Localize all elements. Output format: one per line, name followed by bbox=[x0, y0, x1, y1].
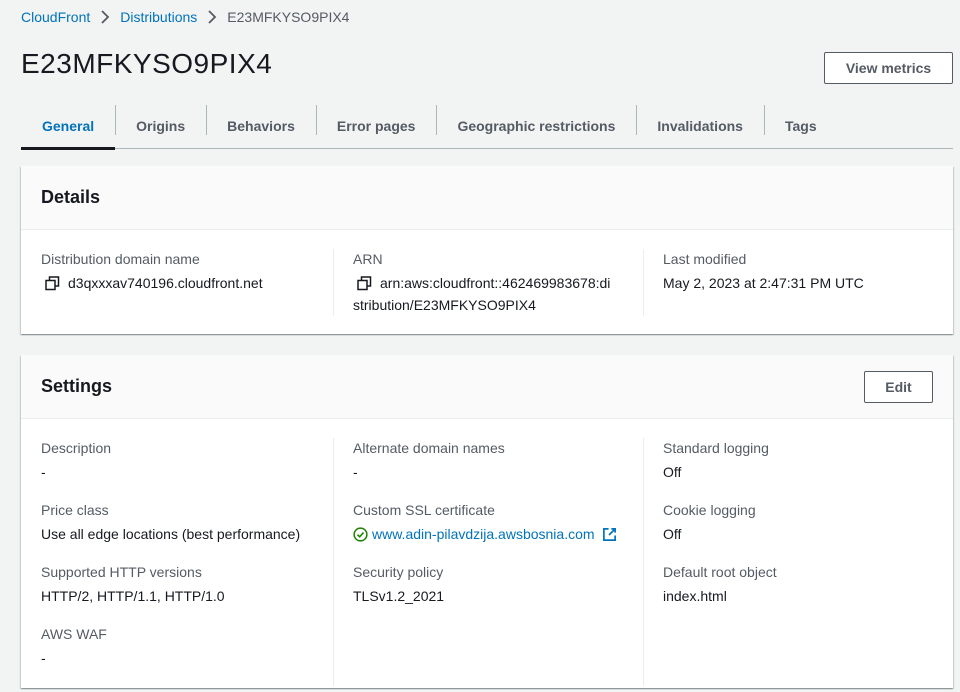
breadcrumb-distributions-link[interactable]: Distributions bbox=[120, 9, 197, 25]
standard-logging-value: Off bbox=[663, 464, 682, 480]
copy-icon[interactable] bbox=[357, 276, 372, 291]
details-domain-column: Distribution domain name d3qxxxav740196.… bbox=[41, 249, 333, 314]
edit-button[interactable]: Edit bbox=[864, 370, 933, 403]
aws-waf-label: AWS WAF bbox=[41, 626, 107, 642]
domain-name-value: d3qxxxav740196.cloudfront.net bbox=[41, 272, 333, 294]
ssl-certificate-link[interactable]: www.adin-pilavdzija.awsbosnia.com bbox=[372, 526, 595, 542]
copy-icon[interactable] bbox=[45, 276, 60, 291]
tab-origins[interactable]: Origins bbox=[115, 104, 206, 148]
settings-column-3: Standard logging Off Cookie logging Off … bbox=[643, 438, 933, 686]
tab-bar: General Origins Behaviors Error pages Ge… bbox=[21, 104, 953, 150]
breadcrumb: CloudFront Distributions E23MFKYSO9PIX4 bbox=[21, 9, 349, 25]
cookie-logging-field: Cookie logging Off bbox=[663, 500, 933, 545]
details-panel: Details Distribution domain name d3qxxxa… bbox=[21, 166, 953, 334]
tab-tags[interactable]: Tags bbox=[763, 104, 838, 148]
settings-panel: Settings Edit Description - Price class … bbox=[21, 355, 953, 688]
default-root-object-field: Default root object index.html bbox=[663, 562, 933, 607]
external-link-icon[interactable] bbox=[602, 527, 617, 542]
security-policy-label: Security policy bbox=[353, 564, 444, 580]
alt-domains-value: - bbox=[353, 464, 358, 480]
breadcrumb-current: E23MFKYSO9PIX4 bbox=[227, 9, 350, 25]
last-modified-value: May 2, 2023 at 2:47:31 PM UTC bbox=[663, 275, 864, 291]
default-root-object-value: index.html bbox=[663, 588, 727, 604]
breadcrumb-cloudfront-link[interactable]: CloudFront bbox=[21, 9, 90, 25]
chevron-right-icon bbox=[207, 10, 217, 24]
description-value: - bbox=[41, 464, 46, 480]
price-class-value: Use all edge locations (best performance… bbox=[41, 526, 301, 542]
ssl-certificate-field: Custom SSL certificate www.adin-pilavdzi… bbox=[353, 500, 643, 545]
chevron-right-icon bbox=[100, 10, 110, 24]
last-modified-label: Last modified bbox=[663, 251, 747, 267]
tab-invalidations[interactable]: Invalidations bbox=[636, 104, 764, 148]
details-modified-column: Last modified May 2, 2023 at 2:47:31 PM … bbox=[643, 249, 933, 316]
default-root-object-label: Default root object bbox=[663, 564, 777, 580]
arn-value: arn:aws:cloudfront::462469983678:di stri… bbox=[353, 272, 643, 316]
page-title: E23MFKYSO9PIX4 bbox=[21, 48, 273, 79]
settings-column-1: Description - Price class Use all edge l… bbox=[41, 438, 333, 686]
details-header: Details bbox=[21, 166, 953, 230]
tab-geographic-restrictions[interactable]: Geographic restrictions bbox=[436, 104, 636, 148]
cookie-logging-label: Cookie logging bbox=[663, 502, 756, 518]
details-title: Details bbox=[41, 187, 101, 207]
http-versions-value: HTTP/2, HTTP/1.1, HTTP/1.0 bbox=[41, 588, 225, 604]
description-label: Description bbox=[41, 440, 112, 456]
tab-general[interactable]: General bbox=[21, 104, 116, 150]
aws-waf-field: AWS WAF - bbox=[41, 624, 333, 669]
details-arn-column: ARN arn:aws:cloudfront::462469983678:di … bbox=[333, 249, 643, 316]
ssl-certificate-value: www.adin-pilavdzija.awsbosnia.com bbox=[353, 523, 643, 545]
description-field: Description - bbox=[41, 438, 333, 483]
ssl-certificate-label: Custom SSL certificate bbox=[353, 502, 495, 518]
alt-domains-field: Alternate domain names - bbox=[353, 438, 643, 483]
price-class-label: Price class bbox=[41, 502, 109, 518]
http-versions-field: Supported HTTP versions HTTP/2, HTTP/1.1… bbox=[41, 562, 333, 607]
settings-title: Settings bbox=[41, 376, 113, 396]
security-policy-field: Security policy TLSv1.2_2021 bbox=[353, 562, 643, 607]
domain-name-label: Distribution domain name bbox=[41, 251, 200, 267]
settings-column-2: Alternate domain names - Custom SSL cert… bbox=[333, 438, 643, 686]
security-policy-value: TLSv1.2_2021 bbox=[353, 588, 445, 604]
standard-logging-field: Standard logging Off bbox=[663, 438, 933, 483]
aws-waf-value: - bbox=[41, 650, 46, 666]
check-circle-icon bbox=[353, 527, 368, 542]
tab-error-pages[interactable]: Error pages bbox=[315, 104, 437, 148]
domain-name-text: d3qxxxav740196.cloudfront.net bbox=[68, 275, 263, 291]
price-class-field: Price class Use all edge locations (best… bbox=[41, 500, 333, 545]
arn-label: ARN bbox=[353, 251, 383, 267]
tab-behaviors[interactable]: Behaviors bbox=[206, 104, 316, 148]
view-metrics-button[interactable]: View metrics bbox=[824, 52, 953, 84]
settings-header: Settings Edit bbox=[21, 355, 953, 419]
cookie-logging-value: Off bbox=[663, 526, 682, 542]
http-versions-label: Supported HTTP versions bbox=[41, 564, 202, 580]
arn-text-line1: arn:aws:cloudfront::462469983678:di bbox=[380, 275, 611, 291]
alt-domains-label: Alternate domain names bbox=[353, 440, 505, 456]
arn-text-line2: stribution/E23MFKYSO9PIX4 bbox=[353, 297, 536, 313]
standard-logging-label: Standard logging bbox=[663, 440, 769, 456]
